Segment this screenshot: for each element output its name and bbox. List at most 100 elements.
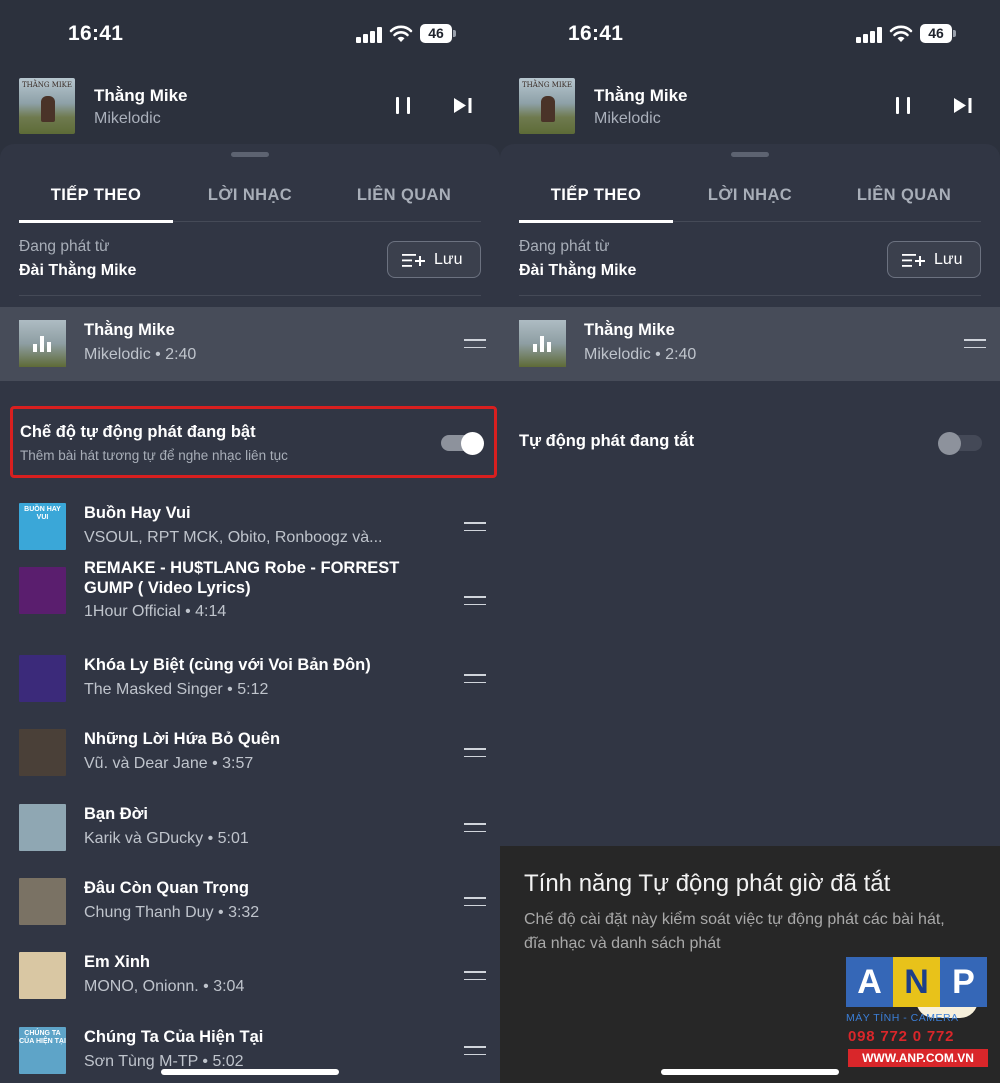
save-button[interactable]: Lưu: [387, 241, 481, 278]
pause-icon[interactable]: [895, 97, 911, 114]
drag-reorder-icon[interactable]: [464, 1046, 486, 1055]
sheet-drag-handle[interactable]: [231, 152, 269, 157]
drag-reorder-icon[interactable]: [464, 596, 486, 605]
playing-from-label: Đang phát từ: [19, 238, 110, 255]
wifi-icon: [889, 25, 913, 42]
mini-player[interactable]: THẰNG MIKE Thằng Mike Mikelodic: [500, 66, 1000, 144]
track-subtitle: MONO, Onionn. • 3:04: [84, 978, 245, 995]
equalizer-icon: [33, 336, 53, 352]
battery-level: 46: [420, 24, 452, 43]
drag-reorder-icon[interactable]: [464, 522, 486, 531]
track-subtitle: Vũ. và Dear Jane • 3:57: [84, 755, 254, 772]
now-playing-artist: Mikelodic: [94, 110, 161, 127]
track-art: [19, 567, 66, 614]
drag-reorder-icon[interactable]: [464, 823, 486, 832]
logo-letter-n: N: [893, 957, 940, 1007]
track-art: [19, 804, 66, 851]
wifi-icon: [389, 25, 413, 42]
queue-item[interactable]: BUỒN HAY VUI Buồn Hay Vui VSOUL, RPT MCK, …: [0, 490, 500, 564]
battery-level: 46: [920, 24, 952, 43]
tab-lyrics[interactable]: LỜI NHẠC: [673, 172, 827, 222]
watermark-tagline: MÁY TÍNH - CAMERA: [846, 1012, 959, 1024]
pause-icon[interactable]: [395, 97, 411, 114]
drag-reorder-icon[interactable]: [464, 339, 486, 348]
playing-from-value: Đài Thằng Mike: [19, 262, 137, 279]
track-title: Em Xinh: [84, 953, 151, 971]
logo-letter-p: P: [940, 957, 987, 1007]
tab-bar: TIẾP THEO LỜI NHẠC LIÊN QUAN: [519, 172, 981, 223]
equalizer-icon: [533, 336, 553, 352]
tab-related[interactable]: LIÊN QUAN: [327, 172, 481, 222]
track-title: Chúng Ta Của Hiện Tại: [84, 1028, 264, 1046]
autoplay-title: Tự động phát đang tắt: [519, 432, 695, 450]
queue-sheet: TIẾP THEO LỜI NHẠC LIÊN QUAN Đang phát t…: [0, 144, 500, 1083]
tab-up-next[interactable]: TIẾP THEO: [19, 172, 173, 223]
autoplay-toggle[interactable]: [938, 432, 982, 455]
autoplay-setting: Tự động phát đang tắt: [500, 420, 1000, 464]
track-title: Những Lời Hứa Bỏ Quên: [84, 730, 281, 748]
save-label: Lưu: [934, 251, 963, 268]
tab-bar: TIẾP THEO LỜI NHẠC LIÊN QUAN: [19, 172, 481, 223]
drag-reorder-icon[interactable]: [964, 339, 986, 348]
home-indicator[interactable]: [661, 1069, 839, 1075]
track-subtitle: Mikelodic • 2:40: [84, 346, 197, 363]
track-art: [19, 655, 66, 702]
playing-from-value: Đài Thằng Mike: [519, 262, 637, 279]
status-bar: 16:41 46: [0, 0, 500, 66]
current-track-row[interactable]: Thằng Mike Mikelodic • 2:40: [500, 307, 1000, 381]
phone-screen-autoplay-off: 16:41 46 THẰNG MIKE Thằng Mike Mikelodic…: [500, 0, 1000, 1083]
phone-screen-autoplay-on: 16:41 46 THẰNG MIKE Thằng Mike Mikelodic…: [0, 0, 500, 1083]
tab-up-next[interactable]: TIẾP THEO: [519, 172, 673, 223]
track-title: Khóa Ly Biệt (cùng với Voi Bản Đôn): [84, 656, 371, 674]
current-track-row[interactable]: Thằng Mike Mikelodic • 2:40: [0, 307, 500, 381]
drag-reorder-icon[interactable]: [464, 971, 486, 980]
track-title: Thằng Mike: [84, 321, 175, 339]
watermark-site: WWW.ANP.COM.VN: [848, 1049, 988, 1067]
skip-next-icon[interactable]: [453, 97, 473, 114]
track-subtitle: VSOUL, RPT MCK, Obito, Ronboogz và...: [84, 529, 383, 546]
logo-letter-a: A: [846, 957, 893, 1007]
save-label: Lưu: [434, 251, 463, 268]
anp-watermark-logo: A N P MÁY TÍNH - CAMERA 098 772 0 772 WW…: [846, 957, 988, 1069]
track-subtitle: The Masked Singer • 5:12: [84, 681, 269, 698]
playing-from: Đang phát từ Đài Thằng Mike Lưu: [19, 236, 481, 296]
queue-item[interactable]: Đâu Còn Quan Trọng Chung Thanh Duy • 3:32: [0, 865, 500, 939]
queue-item[interactable]: REMAKE - HU$TLANG Robe - FORREST GUMP ( …: [0, 554, 500, 628]
tab-related[interactable]: LIÊN QUAN: [827, 172, 981, 222]
track-title: Thằng Mike: [584, 321, 675, 339]
album-art: THẰNG MIKE: [519, 78, 575, 134]
track-art: CHÚNG TA CỦA HIỆN TẠI: [19, 1027, 66, 1074]
mini-player[interactable]: THẰNG MIKE Thằng Mike Mikelodic: [0, 66, 500, 144]
queue-item[interactable]: Khóa Ly Biệt (cùng với Voi Bản Đôn) The M…: [0, 642, 500, 716]
drag-reorder-icon[interactable]: [464, 897, 486, 906]
queue-item[interactable]: Em Xinh MONO, Onionn. • 3:04: [0, 939, 500, 1013]
anp-logo: A N P: [846, 957, 988, 1007]
album-art-text: THẰNG MIKE: [21, 81, 73, 89]
playing-from-label: Đang phát từ: [519, 238, 610, 255]
track-art: [519, 320, 566, 367]
track-art: [19, 729, 66, 776]
now-playing-artist: Mikelodic: [594, 110, 661, 127]
autoplay-toggle[interactable]: [441, 432, 484, 455]
queue-item[interactable]: Bạn Đời Karik và GDucky • 5:01: [0, 791, 500, 865]
album-art: THẰNG MIKE: [19, 78, 75, 134]
skip-next-icon[interactable]: [953, 97, 973, 114]
home-indicator[interactable]: [161, 1069, 339, 1075]
queue-item[interactable]: Những Lời Hứa Bỏ Quên Vũ. và Dear Jane • …: [0, 716, 500, 790]
track-art: [19, 320, 66, 367]
now-playing-title: Thằng Mike: [594, 86, 688, 105]
track-art: [19, 952, 66, 999]
track-art: BUỒN HAY VUI: [19, 503, 66, 550]
drag-reorder-icon[interactable]: [464, 748, 486, 757]
save-button[interactable]: Lưu: [887, 241, 981, 278]
sheet-drag-handle[interactable]: [731, 152, 769, 157]
watermark-phone: 098 772 0 772: [848, 1028, 955, 1045]
track-subtitle: Chung Thanh Duy • 3:32: [84, 904, 260, 921]
drag-reorder-icon[interactable]: [464, 674, 486, 683]
track-subtitle: 1Hour Official • 4:14: [84, 603, 227, 620]
track-art: [19, 878, 66, 925]
snackbar-body: Chế độ cài đặt này kiểm soát việc tự độn…: [524, 911, 945, 952]
track-art-text: CHÚNG TA CỦA HIỆN TẠI: [19, 1030, 66, 1045]
tab-lyrics[interactable]: LỜI NHẠC: [173, 172, 327, 222]
status-bar: 16:41 46: [500, 0, 1000, 66]
